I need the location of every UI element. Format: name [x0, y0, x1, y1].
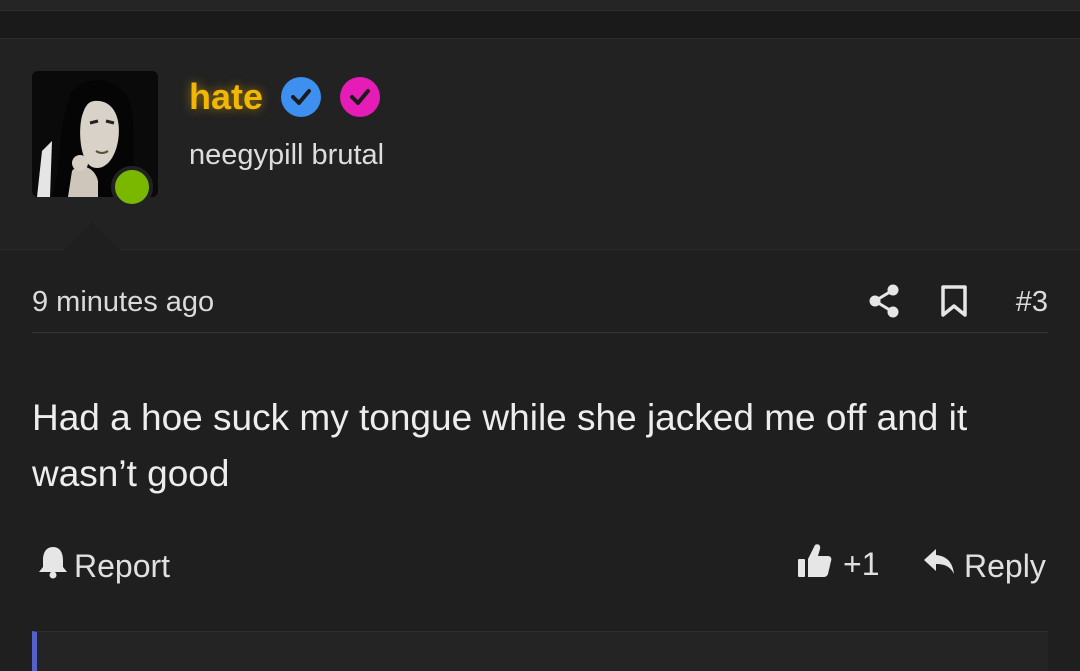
next-quote-block [32, 631, 1048, 671]
thumbs-up-icon [797, 541, 833, 587]
user-title: neegypill brutal [189, 139, 385, 171]
reply-button[interactable]: Reply [922, 544, 1046, 588]
like-button[interactable]: +1 [797, 542, 879, 586]
post-meta-bar: 9 minutes ago #3 [32, 272, 1048, 333]
previous-post-edge [0, 0, 1080, 11]
post-user-header: hate neegypill brutal [0, 39, 1080, 250]
header-pointer [64, 222, 120, 250]
like-count: +1 [843, 545, 880, 582]
premium-badge-icon [340, 77, 380, 117]
share-icon[interactable] [868, 284, 900, 323]
bell-icon [38, 545, 68, 587]
username-link[interactable]: hate [189, 75, 263, 119]
post-separator [0, 11, 1080, 39]
reply-label: Reply [964, 547, 1046, 584]
post-message-body: Had a hoe suck my tongue while she jacke… [32, 397, 968, 494]
post-number-link[interactable]: #3 [1016, 286, 1048, 319]
online-status-indicator [111, 166, 153, 208]
report-button[interactable]: Report [38, 544, 170, 588]
report-label: Report [74, 547, 171, 584]
verified-badge-icon [281, 77, 321, 117]
post-timestamp[interactable]: 9 minutes ago [32, 286, 214, 319]
reply-arrow-icon [922, 547, 956, 585]
bookmark-icon[interactable] [940, 284, 968, 323]
